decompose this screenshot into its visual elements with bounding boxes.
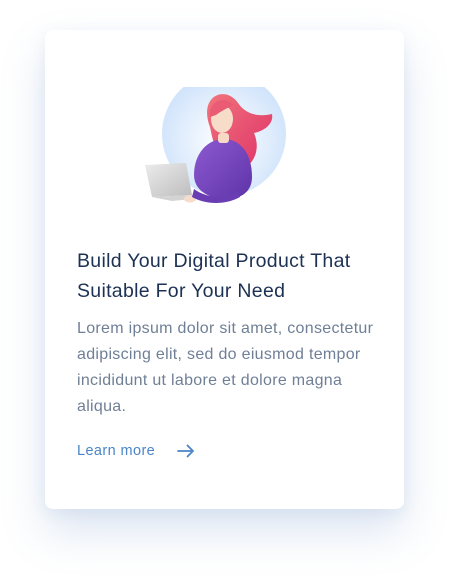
learn-more-link[interactable]: Learn more xyxy=(77,443,195,459)
feature-card: Build Your Digital Product That Suitable… xyxy=(45,30,404,509)
learn-more-label: Learn more xyxy=(77,443,156,459)
card-title: Build Your Digital Product That Suitable… xyxy=(77,250,351,302)
card-description: Lorem ipsum dolor sit amet, consectetur … xyxy=(77,320,374,415)
woman-with-laptop-illustration xyxy=(138,87,288,205)
arrow-right-icon xyxy=(177,444,195,458)
